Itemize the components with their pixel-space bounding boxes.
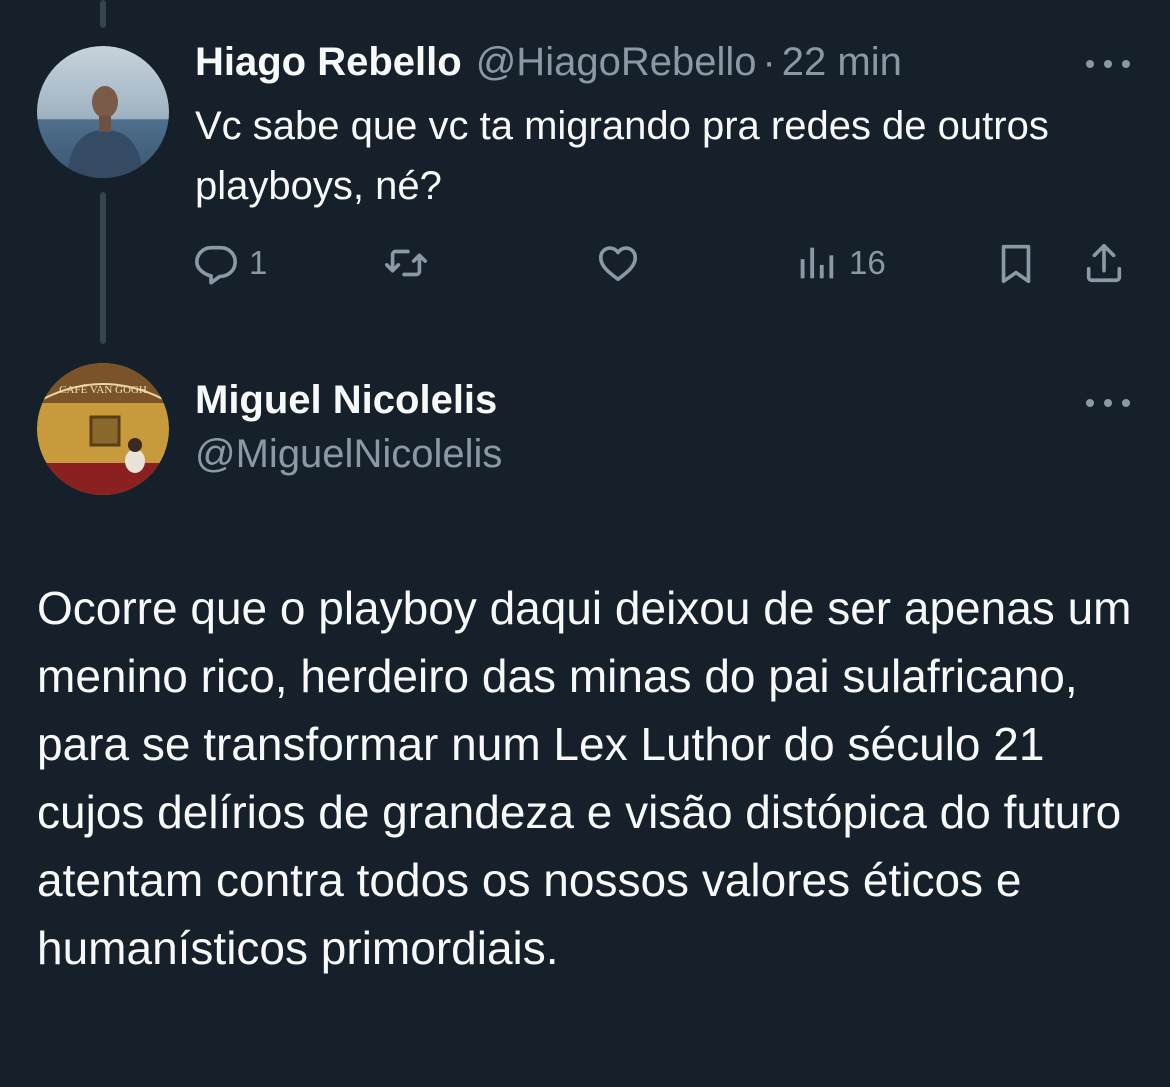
- user-avatar-photo-icon: [37, 46, 169, 178]
- thread-connector-line: [100, 0, 106, 28]
- bookmark-icon: [1001, 244, 1031, 284]
- reply-icon: [195, 245, 237, 285]
- share-button[interactable]: [1081, 236, 1127, 290]
- tweet-text: Ocorre que o playboy daqui deixou de ser…: [37, 582, 1132, 974]
- share-icon: [1086, 243, 1122, 283]
- tweet-actions-bar: 1 16: [193, 236, 1133, 290]
- thread-connector-line: [100, 192, 106, 344]
- views-button[interactable]: 16: [793, 236, 886, 290]
- avatar[interactable]: [37, 46, 169, 178]
- more-options-icon[interactable]: [1086, 54, 1130, 74]
- timestamp[interactable]: 22 min: [782, 40, 902, 85]
- retweet-button[interactable]: [383, 236, 429, 290]
- author-handle[interactable]: @MiguelNicolelis: [195, 432, 502, 477]
- more-options-icon[interactable]: [1086, 393, 1130, 413]
- author-name[interactable]: Miguel Nicolelis: [195, 378, 497, 423]
- views-count: 16: [849, 244, 886, 281]
- heart-icon: [598, 246, 638, 282]
- views-bar-chart-icon: [800, 247, 834, 279]
- bookmark-button[interactable]: [993, 236, 1039, 290]
- tweet-header: Hiago Rebello @HiagoRebello · 22 min: [195, 40, 902, 94]
- author-handle[interactable]: @HiagoRebello: [476, 40, 757, 85]
- retweet-icon: [385, 249, 427, 277]
- avatar-sign-text: CAFÉ VAN GOGH: [59, 384, 147, 396]
- author-name[interactable]: Hiago Rebello: [195, 40, 462, 85]
- tweet-thread-view: Hiago Rebello @HiagoRebello · 22 min Vc …: [0, 0, 1170, 1087]
- separator-dot: ·: [762, 40, 776, 84]
- reply-button[interactable]: 1: [193, 236, 267, 290]
- like-button[interactable]: [595, 236, 641, 290]
- reply-count: 1: [249, 244, 268, 281]
- avatar[interactable]: CAFÉ VAN GOGH: [37, 363, 169, 495]
- user-avatar-photo-icon: CAFÉ VAN GOGH: [37, 363, 169, 495]
- tweet-text: Vc sabe que vc ta migrando pra redes de …: [195, 104, 1049, 208]
